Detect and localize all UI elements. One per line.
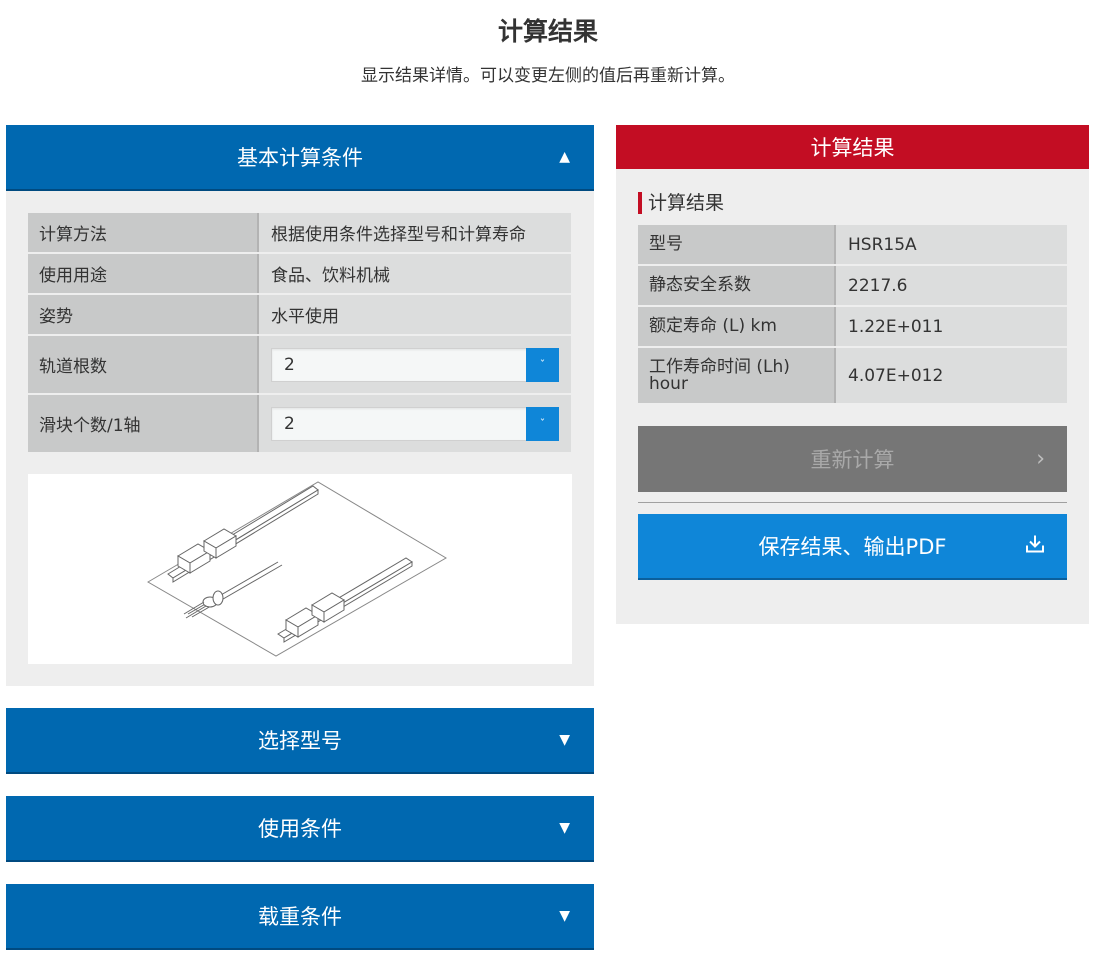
row-value: 4.07E+012 [836,348,1067,403]
table-row: 型号 HSR15A [638,225,1067,266]
table-row: 额定寿命 (L) km 1.22E+011 [638,307,1067,348]
row-value: 食品、饮料机械 [259,254,571,293]
row-value: 2 ˇ [259,336,571,393]
download-icon [1025,534,1045,559]
chevron-right-icon: › [1036,446,1045,472]
row-label: 工作寿命时间 (Lh) hour [638,348,836,403]
row-value: 水平使用 [259,295,571,334]
row-label-line: hour [649,373,688,394]
chevron-down-icon[interactable]: ˇ [526,406,559,441]
row-label: 使用用途 [28,254,259,293]
accordion-label: 载重条件 [258,905,342,929]
save-pdf-label: 保存结果、输出PDF [758,535,947,559]
row-value: 1.22E+011 [836,307,1067,346]
result-panel: 计算结果 计算结果 型号 HSR15A 静态安全系数 2217.6 额定寿命 (… [616,125,1089,624]
row-label: 型号 [638,225,836,264]
row-value: 2 ˇ [259,395,571,452]
table-row: 工作寿命时间 (Lh) hour 4.07E+012 [638,348,1067,405]
accordion-load-conditions[interactable]: 载重条件 ▼ [6,884,594,950]
table-row: 轨道根数 2 ˇ [28,336,571,395]
chevron-down-icon[interactable]: ˇ [526,347,559,382]
accordion-usage-conditions[interactable]: 使用条件 ▼ [6,796,594,862]
linear-guide-diagram [28,474,572,664]
caret-down-icon: ▼ [559,908,570,924]
select-value: 2 [284,413,295,434]
row-label: 额定寿命 (L) km [638,307,836,346]
row-value: 2217.6 [836,266,1067,305]
table-row: 使用用途 食品、饮料机械 [28,254,571,295]
accordion-label: 基本计算条件 [237,146,363,170]
row-label: 姿势 [28,295,259,334]
caret-down-icon: ▼ [559,820,570,836]
caret-up-icon: ▲ [559,149,570,165]
accordion-basic-conditions[interactable]: 基本计算条件 ▲ [6,125,594,191]
accordion-label: 选择型号 [258,729,342,753]
save-pdf-button[interactable]: 保存结果、输出PDF [638,514,1067,580]
row-label: 计算方法 [28,213,259,252]
accordion-label: 使用条件 [258,817,342,841]
table-row: 静态安全系数 2217.6 [638,266,1067,307]
result-header: 计算结果 [616,125,1089,169]
row-label: 滑块个数/1轴 [28,395,259,452]
conditions-table: 计算方法 根据使用条件选择型号和计算寿命 使用用途 食品、饮料机械 姿势 水平使… [28,213,571,454]
divider [638,502,1067,503]
result-section-title: 计算结果 [638,192,724,214]
row-label-line: 工作寿命时间 (Lh) [649,356,790,377]
block-count-select[interactable]: 2 ˇ [271,406,559,441]
row-label: 轨道根数 [28,336,259,393]
page-subtitle: 显示结果详情。可以变更左侧的值后再重新计算。 [361,66,735,86]
select-value: 2 [284,354,295,375]
result-table: 型号 HSR15A 静态安全系数 2217.6 额定寿命 (L) km 1.22… [638,225,1067,405]
table-row: 滑块个数/1轴 2 ˇ [28,395,571,454]
caret-down-icon: ▼ [559,732,570,748]
table-row: 姿势 水平使用 [28,295,571,336]
table-row: 计算方法 根据使用条件选择型号和计算寿命 [28,213,571,254]
row-label: 静态安全系数 [638,266,836,305]
basic-conditions-panel: 计算方法 根据使用条件选择型号和计算寿命 使用用途 食品、饮料机械 姿势 水平使… [6,191,594,686]
recalculate-button[interactable]: 重新计算 › [638,426,1067,492]
page-title: 计算结果 [497,17,598,46]
rail-count-select[interactable]: 2 ˇ [271,347,559,382]
recalculate-label: 重新计算 [810,448,895,472]
row-value: 根据使用条件选择型号和计算寿命 [259,213,571,252]
accordion-select-model[interactable]: 选择型号 ▼ [6,708,594,774]
row-value: HSR15A [836,225,1067,264]
